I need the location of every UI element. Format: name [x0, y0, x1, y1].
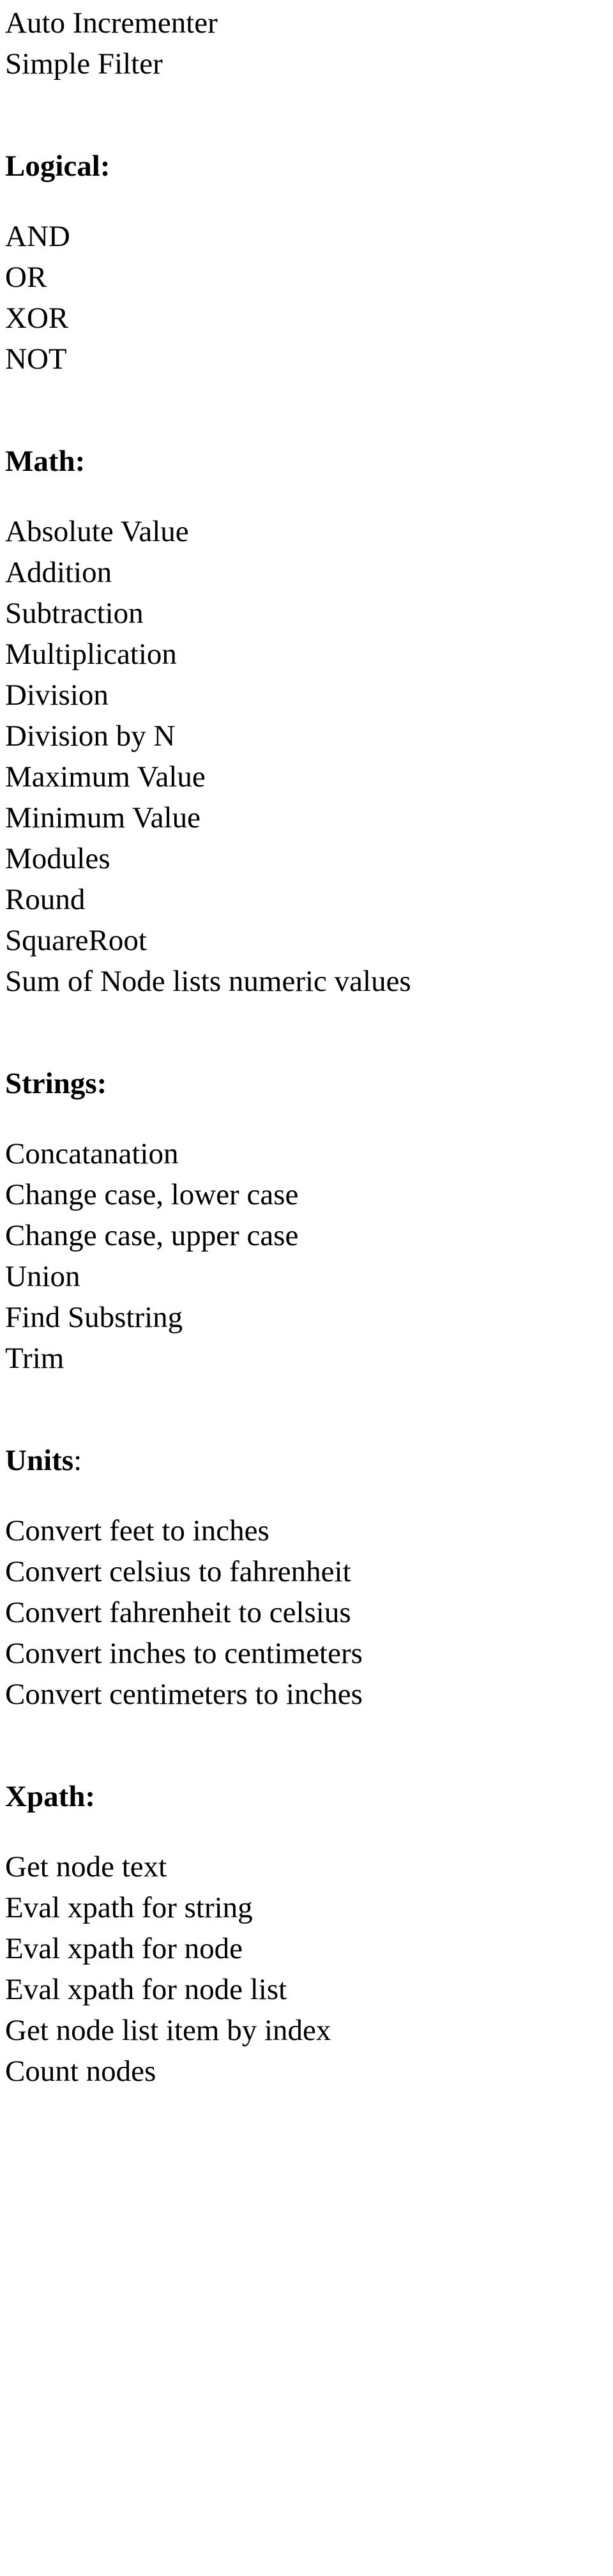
- list-item: Change case, upper case: [5, 1219, 299, 1252]
- list-item: Change case, lower case: [5, 1178, 299, 1211]
- list-item: Round: [5, 883, 86, 916]
- list-item: Concatanation: [5, 1137, 179, 1170]
- list-item: Division by N: [5, 719, 176, 753]
- heading-spacer: [5, 187, 613, 216]
- list-item: Division: [5, 678, 109, 712]
- list-item: Union: [5, 1260, 80, 1293]
- section-heading: Logical:: [5, 150, 110, 183]
- list-item: Multiplication: [5, 638, 177, 671]
- list-item: Convert feet to inches: [5, 1514, 269, 1547]
- list-item: OR: [5, 261, 47, 294]
- list-item: Modules: [5, 842, 110, 875]
- list-item: Sum of Node lists numeric values: [5, 965, 411, 998]
- list-item: NOT: [5, 342, 67, 376]
- heading-spacer: [5, 482, 613, 511]
- heading-spacer: [5, 1104, 613, 1133]
- list-item: Subtraction: [5, 597, 144, 630]
- intro-line: Simple Filter: [5, 47, 163, 80]
- section-strings: Strings: Concatanation Change case, lowe…: [5, 1063, 613, 1379]
- list-item: SquareRoot: [5, 924, 147, 957]
- section-heading: Units:: [5, 1440, 613, 1481]
- list-item: Maximum Value: [5, 760, 206, 793]
- list-item: Eval xpath for string: [5, 1891, 253, 1924]
- list-item: Trim: [5, 1342, 64, 1375]
- section-math: Math: Absolute Value Addition Subtractio…: [5, 441, 613, 1002]
- section-xpath: Xpath: Get node text Eval xpath for stri…: [5, 1776, 613, 2092]
- section-units: Units: Convert feet to inches Convert ce…: [5, 1440, 613, 1715]
- document-body: Auto Incrementer Simple Filter Logical: …: [0, 0, 613, 2092]
- list-item: Addition: [5, 556, 112, 589]
- list-item: Eval xpath for node: [5, 1932, 243, 1965]
- list-item: Count nodes: [5, 2055, 156, 2088]
- section-heading-word: Units: [5, 1444, 74, 1477]
- section-logical: Logical: AND OR XOR NOT: [5, 146, 613, 379]
- list-item: Minimum Value: [5, 801, 201, 834]
- section-heading: Math:: [5, 445, 86, 478]
- document-page: Auto Incrementer Simple Filter Logical: …: [0, 0, 613, 2576]
- section-heading: Strings:: [5, 1067, 107, 1100]
- intro-line: Auto Incrementer: [5, 6, 218, 40]
- list-item: Absolute Value: [5, 515, 189, 548]
- list-item: Convert centimeters to inches: [5, 1678, 363, 1711]
- list-item: Get node text: [5, 1850, 167, 1883]
- section-heading: Xpath:: [5, 1780, 96, 1813]
- list-item: Get node list item by index: [5, 2014, 331, 2047]
- list-item: Convert celsius to fahrenheit: [5, 1555, 351, 1588]
- list-item: Convert fahrenheit to celsius: [5, 1596, 351, 1629]
- heading-spacer: [5, 1481, 613, 1510]
- list-item: AND: [5, 220, 70, 253]
- intro-block: Auto Incrementer Simple Filter: [5, 3, 613, 84]
- list-item: Eval xpath for node list: [5, 1973, 287, 2006]
- heading-spacer: [5, 1817, 613, 1846]
- list-item: XOR: [5, 302, 69, 335]
- list-item: Convert inches to centimeters: [5, 1637, 363, 1670]
- list-item: Find Substring: [5, 1301, 183, 1334]
- section-heading-colon: :: [73, 1444, 82, 1477]
